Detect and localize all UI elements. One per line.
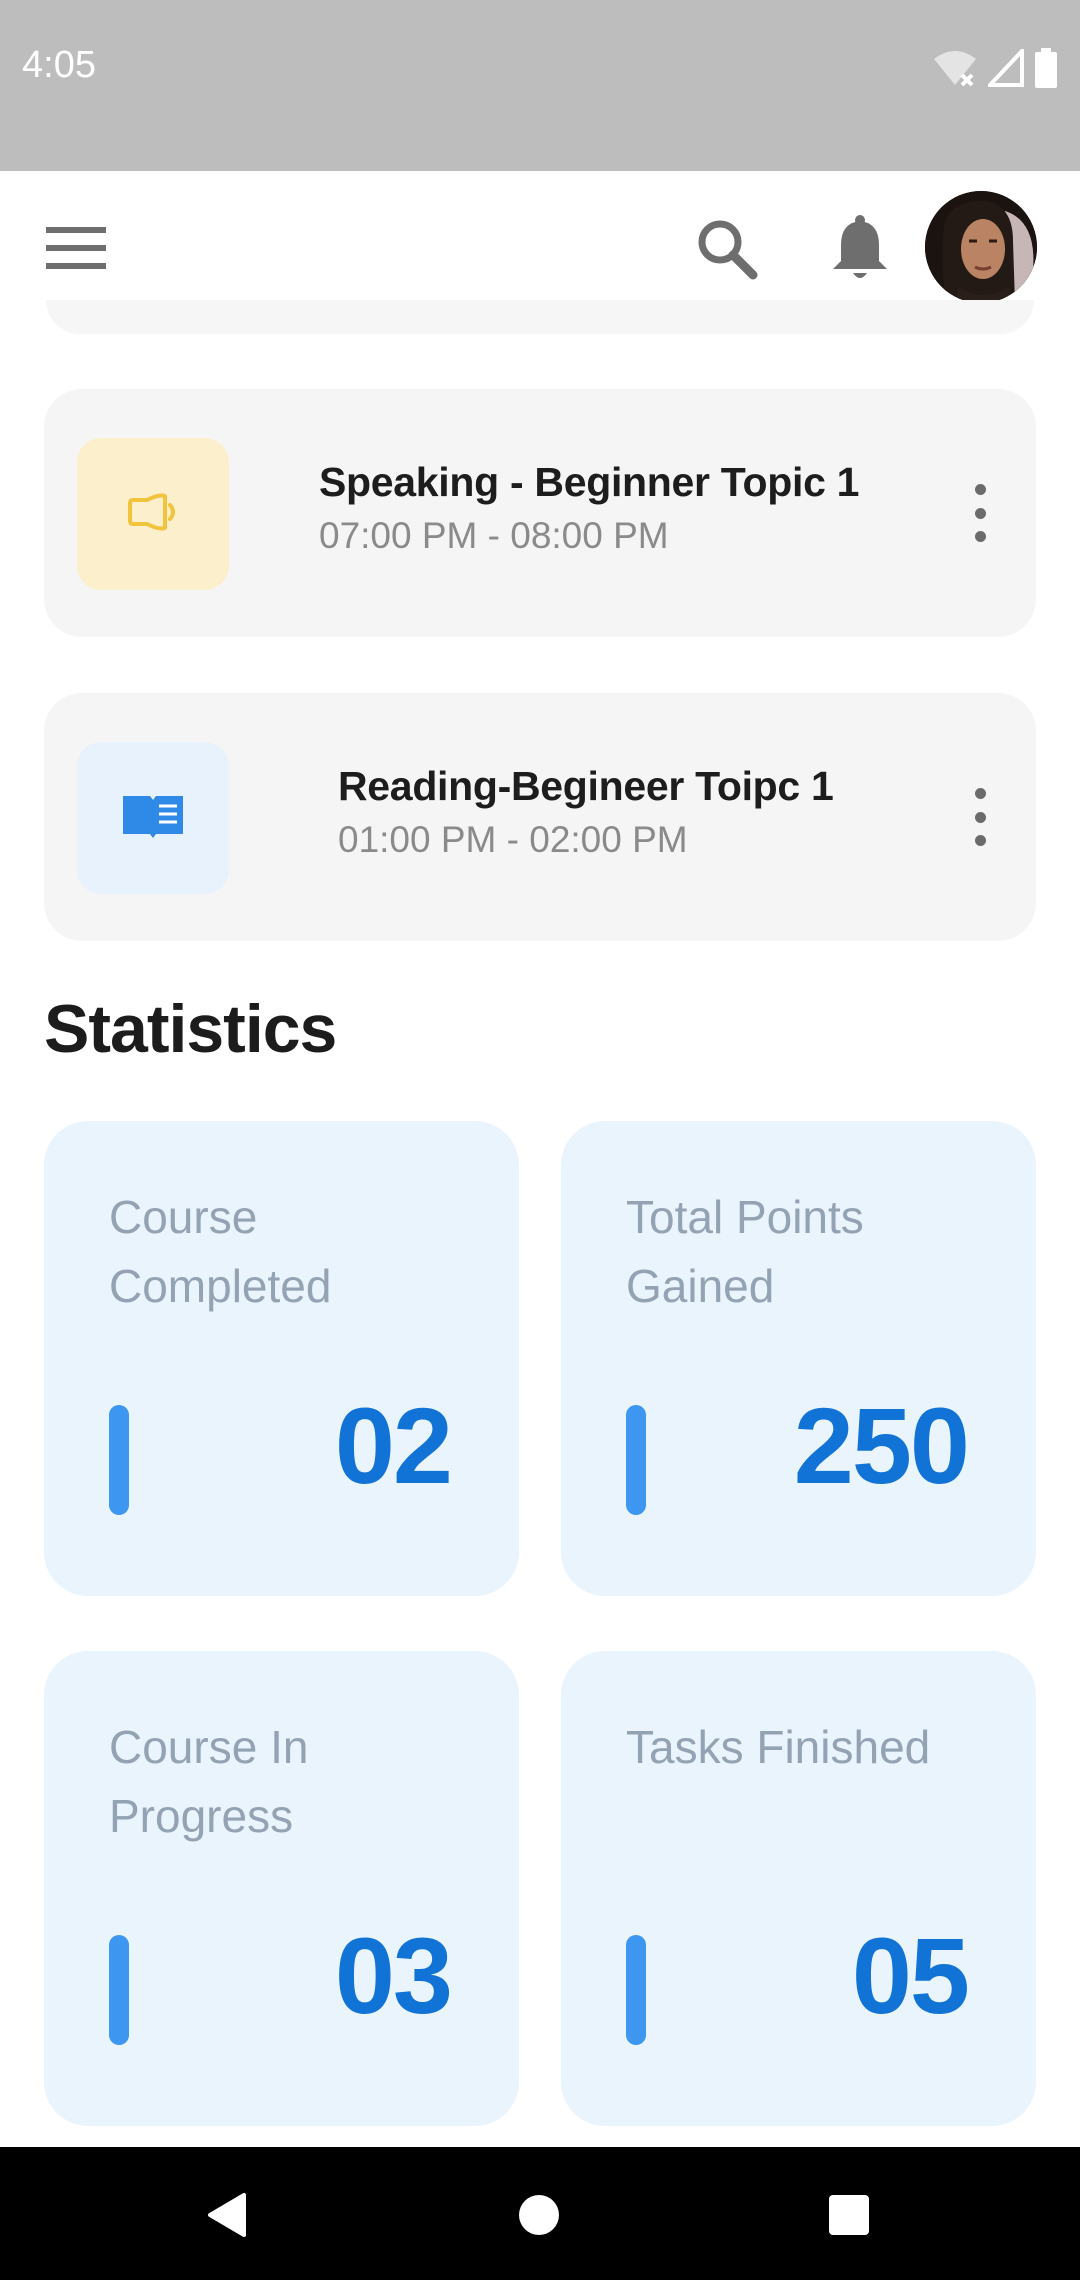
schedule-title: Speaking - Beginner Topic 1	[319, 459, 860, 505]
stat-value: 02	[334, 1385, 453, 1506]
speaker-icon	[127, 490, 179, 539]
avatar[interactable]	[925, 191, 1037, 303]
system-nav-bar	[0, 2147, 1080, 2280]
more-options-icon[interactable]	[970, 484, 990, 542]
stat-value: 05	[851, 1915, 970, 2036]
stat-value: 03	[334, 1915, 453, 2036]
speaking-icon-tile	[77, 438, 229, 590]
stat-accent-bar	[626, 1935, 646, 2045]
stat-card-tasks-finished[interactable]: Tasks Finished 05	[561, 1651, 1036, 2126]
book-icon	[121, 792, 185, 845]
stat-value: 250	[793, 1385, 970, 1506]
schedule-time: 07:00 PM - 08:00 PM	[319, 515, 669, 556]
stat-label: Tasks Finished	[626, 1721, 931, 1773]
reading-icon-tile	[77, 742, 229, 894]
more-options-icon[interactable]	[970, 788, 990, 846]
schedule-time: 01:00 PM - 02:00 PM	[338, 819, 688, 860]
signal-icon	[985, 45, 1024, 92]
stat-label: Course Completed	[109, 1191, 332, 1312]
schedule-card-speaking[interactable]: Speaking - Beginner Topic 1 07:00 PM - 0…	[44, 389, 1036, 637]
status-icons	[932, 45, 1058, 93]
wifi-off-icon	[932, 49, 978, 92]
recent-apps-icon[interactable]	[829, 2195, 869, 2235]
battery-icon	[1034, 48, 1058, 93]
stat-card-total-points[interactable]: Total Points Gained 250	[561, 1121, 1036, 1596]
statistics-title: Statistics	[44, 991, 337, 1067]
back-icon[interactable]	[204, 2191, 248, 2239]
menu-icon[interactable]	[46, 227, 106, 269]
stat-accent-bar	[626, 1405, 646, 1515]
previous-card-edge	[46, 300, 1034, 334]
bell-icon[interactable]	[829, 215, 891, 281]
stat-card-course-in-progress[interactable]: Course In Progress 03	[44, 1651, 519, 2126]
stat-label: Total Points Gained	[626, 1191, 864, 1312]
stat-accent-bar	[109, 1405, 129, 1515]
stat-label: Course In Progress	[109, 1721, 309, 1842]
search-icon[interactable]	[695, 217, 759, 281]
stat-accent-bar	[109, 1935, 129, 2045]
stat-card-course-completed[interactable]: Course Completed 02	[44, 1121, 519, 1596]
schedule-card-reading[interactable]: Reading-Begineer Toipc 1 01:00 PM - 02:0…	[44, 693, 1036, 941]
status-time: 4:05	[22, 44, 96, 86]
home-icon[interactable]	[519, 2195, 559, 2235]
schedule-title: Reading-Begineer Toipc 1	[338, 763, 834, 809]
status-bar: 4:05	[0, 0, 1080, 171]
